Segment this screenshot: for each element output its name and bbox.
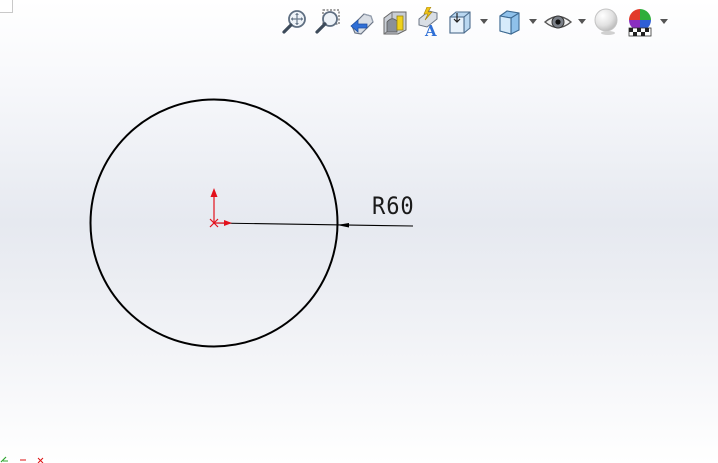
graphics-area[interactable]: R60 A bbox=[0, 0, 718, 463]
heads-up-view-toolbar: A bbox=[280, 4, 674, 40]
previous-view-icon bbox=[350, 13, 374, 35]
radius-dimension-line[interactable] bbox=[213, 222, 414, 227]
view-orientation-button[interactable] bbox=[445, 5, 475, 39]
zoom-to-fit-button[interactable] bbox=[280, 5, 310, 39]
chevron-down-icon bbox=[660, 19, 668, 24]
previous-view-button[interactable] bbox=[346, 5, 376, 39]
chevron-down-icon bbox=[578, 19, 586, 24]
view-orientation-icon bbox=[449, 11, 471, 34]
edit-appearance-icon bbox=[594, 8, 618, 35]
dynamic-annotation-views-button[interactable]: A bbox=[412, 5, 442, 39]
zoom-to-area-button[interactable] bbox=[313, 5, 343, 39]
view-orientation-dropdown[interactable] bbox=[478, 5, 490, 39]
zoom-to-fit-icon bbox=[282, 10, 306, 34]
apply-scene-dropdown[interactable] bbox=[658, 5, 670, 39]
radius-dimension-arrowhead bbox=[337, 223, 349, 228]
hide-show-items-button[interactable] bbox=[543, 5, 573, 39]
section-view-button[interactable] bbox=[379, 5, 409, 39]
sketch-origin[interactable] bbox=[209, 188, 232, 228]
apply-scene-icon bbox=[628, 9, 652, 37]
chevron-down-icon bbox=[480, 19, 488, 24]
sketch-canvas[interactable] bbox=[0, 0, 718, 463]
hide-show-items-dropdown[interactable] bbox=[576, 5, 588, 39]
reference-triad bbox=[0, 456, 44, 463]
display-style-dropdown[interactable] bbox=[527, 5, 539, 39]
svg-text:A: A bbox=[424, 22, 437, 37]
zoom-to-area-icon bbox=[315, 9, 340, 34]
dynamic-annotation-views-icon: A bbox=[418, 7, 438, 37]
chevron-down-icon bbox=[529, 19, 537, 24]
display-style-icon bbox=[499, 10, 520, 35]
section-view-icon bbox=[383, 11, 407, 35]
hide-show-items-icon bbox=[543, 15, 573, 29]
display-style-button[interactable] bbox=[494, 5, 524, 39]
edit-appearance-button[interactable] bbox=[592, 5, 622, 39]
apply-scene-button[interactable] bbox=[625, 5, 655, 39]
radius-dimension-label[interactable]: R60 bbox=[372, 192, 415, 220]
